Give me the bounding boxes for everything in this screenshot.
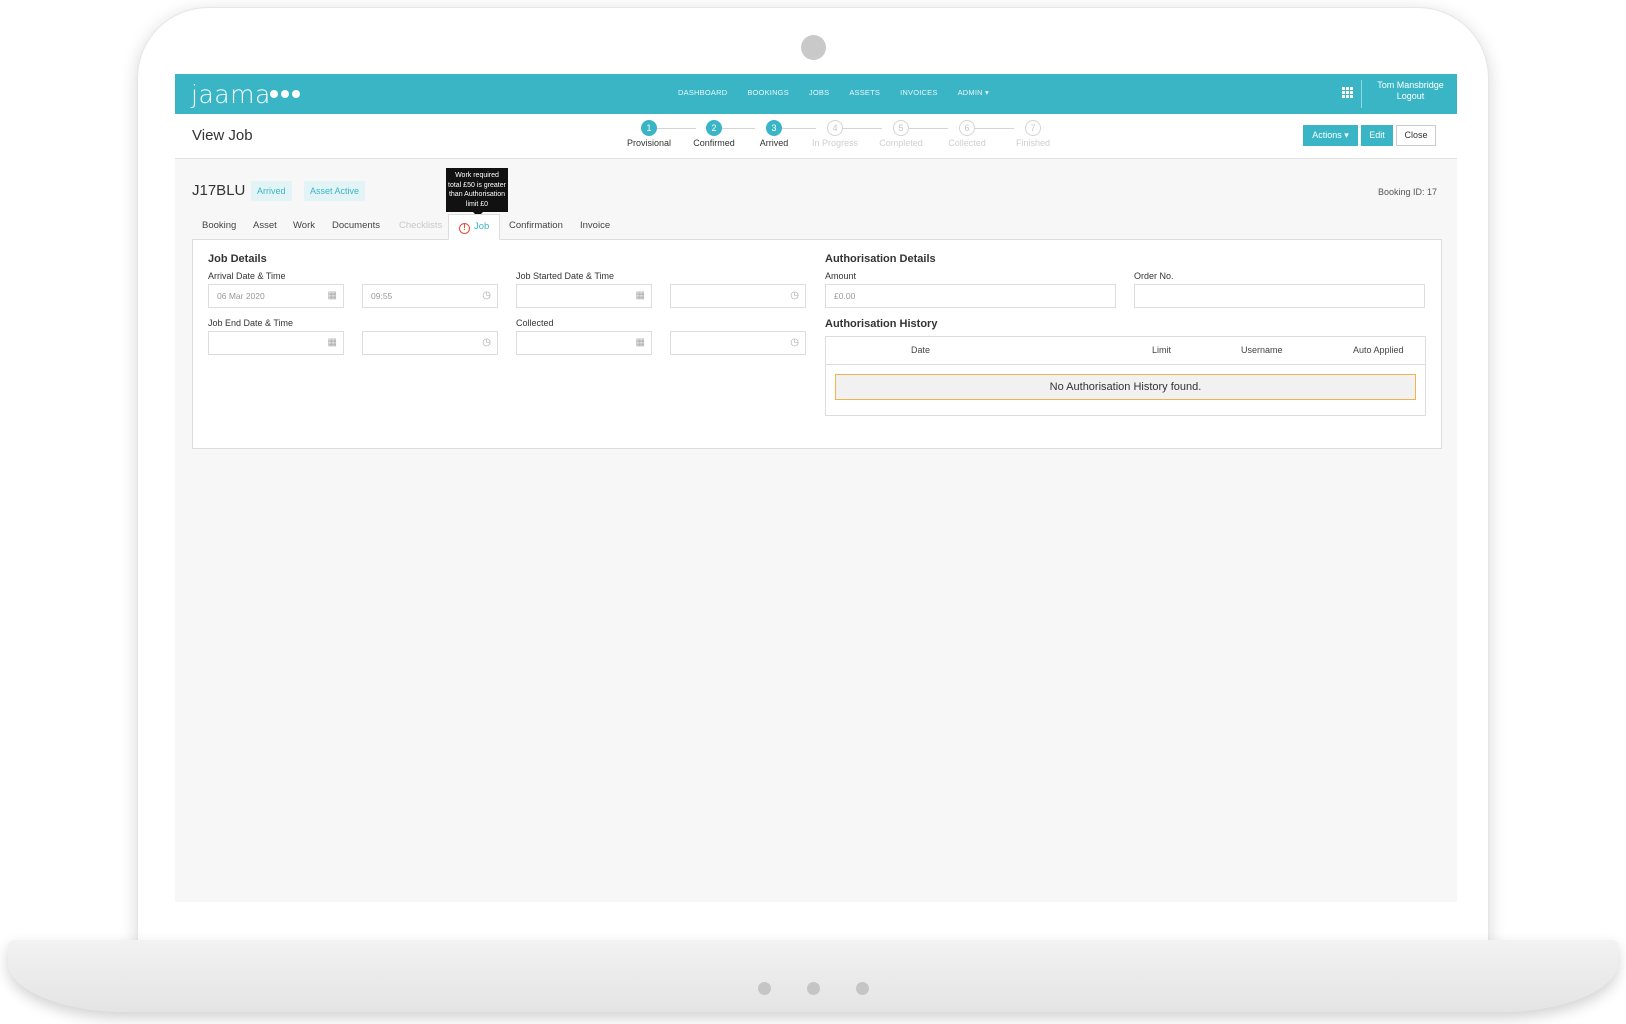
job-panel: Job Details Arrival Date & Time 06 Mar 2… xyxy=(192,239,1442,449)
amount-value: £0.00 xyxy=(834,291,856,301)
column-limit[interactable]: Limit xyxy=(1152,345,1171,355)
table-header: Date Limit Username Auto Applied xyxy=(826,337,1425,365)
authorisation-warning-tooltip: Work required total £50 is greater than … xyxy=(446,168,508,217)
calendar-icon[interactable]: ▦ xyxy=(328,285,337,307)
job-end-label: Job End Date & Time xyxy=(208,318,294,328)
job-registration: J17BLU xyxy=(192,182,246,199)
apps-grid-icon[interactable] xyxy=(1342,87,1353,98)
status-badge: Arrived xyxy=(251,181,292,201)
calendar-icon[interactable]: ▦ xyxy=(328,332,337,354)
main-nav: DASHBOARD BOOKINGS JOBS ASSETS INVOICES … xyxy=(678,88,989,97)
step-label: Arrived xyxy=(759,138,789,148)
authorisation-history-title: Authorisation History xyxy=(825,318,938,330)
job-started-date-input[interactable]: ▦ xyxy=(516,284,652,308)
base-dot xyxy=(807,982,820,995)
column-username[interactable]: Username xyxy=(1241,345,1283,355)
page-title: View Job xyxy=(192,127,253,144)
tab-booking[interactable]: Booking xyxy=(202,214,236,240)
clock-icon[interactable]: ◷ xyxy=(790,285,799,307)
step-finished: 7 Finished xyxy=(998,120,1068,148)
step-completed: 5 Completed xyxy=(866,120,936,148)
amount-label: Amount xyxy=(825,271,857,281)
clock-icon[interactable]: ◷ xyxy=(790,332,799,354)
arrival-time-value: 09:55 xyxy=(371,291,393,301)
step-label: Provisional xyxy=(626,138,672,148)
tab-asset[interactable]: Asset xyxy=(253,214,277,240)
step-arrived: 3 Arrived xyxy=(739,120,809,148)
app-screen: jaama DASHBOARD BOOKINGS JOBS ASSETS INV… xyxy=(175,74,1457,902)
nav-assets[interactable]: ASSETS xyxy=(849,88,880,97)
collected-time-input[interactable]: ◷ xyxy=(670,331,806,355)
warning-icon: ! xyxy=(459,223,470,234)
step-label: Finished xyxy=(1015,138,1051,148)
authorisation-details-title: Authorisation Details xyxy=(825,253,936,265)
step-number: 3 xyxy=(766,120,782,136)
base-dot xyxy=(856,982,869,995)
step-number: 4 xyxy=(827,120,843,136)
calendar-icon[interactable]: ▦ xyxy=(636,332,645,354)
camera-icon xyxy=(801,35,826,60)
tab-invoice[interactable]: Invoice xyxy=(580,214,610,240)
job-started-time-input[interactable]: ◷ xyxy=(670,284,806,308)
arrival-label: Arrival Date & Time xyxy=(208,271,286,281)
tab-job-label: Job xyxy=(474,221,490,232)
actions-dropdown-button[interactable]: Actions ▾ xyxy=(1303,125,1358,146)
tab-work[interactable]: Work xyxy=(293,214,315,240)
step-label: Completed xyxy=(879,138,923,148)
step-number: 5 xyxy=(893,120,909,136)
column-date[interactable]: Date xyxy=(911,345,930,355)
job-end-date-input[interactable]: ▦ xyxy=(208,331,344,355)
step-number: 1 xyxy=(641,120,657,136)
page-header: View Job 1 Provisional 2 Confirmed 3 Arr… xyxy=(175,114,1457,159)
amount-input[interactable]: £0.00 xyxy=(825,284,1116,308)
nav-jobs[interactable]: JOBS xyxy=(809,88,829,97)
step-provisional: 1 Provisional xyxy=(614,120,684,148)
step-label: Collected xyxy=(948,138,986,148)
collected-date-input[interactable]: ▦ xyxy=(516,331,652,355)
step-number: 7 xyxy=(1025,120,1041,136)
nav-admin[interactable]: ADMIN ▾ xyxy=(958,88,989,97)
step-number: 2 xyxy=(706,120,722,136)
collected-label: Collected xyxy=(516,318,554,328)
nav-dashboard[interactable]: DASHBOARD xyxy=(678,88,727,97)
job-status-stepper: 1 Provisional 2 Confirmed 3 Arrived 4 In… xyxy=(609,120,1050,156)
calendar-icon[interactable]: ▦ xyxy=(636,285,645,307)
booking-id: Booking ID: 17 xyxy=(1377,187,1437,197)
tab-job[interactable]: ! Job xyxy=(448,214,501,240)
order-no-label: Order No. xyxy=(1134,271,1174,281)
nav-invoices[interactable]: INVOICES xyxy=(900,88,937,97)
job-end-time-input[interactable]: ◷ xyxy=(362,331,498,355)
arrival-date-value: 06 Mar 2020 xyxy=(217,291,265,301)
base-dot xyxy=(758,982,771,995)
arrival-date-input[interactable]: 06 Mar 2020 ▦ xyxy=(208,284,344,308)
clock-icon[interactable]: ◷ xyxy=(482,332,491,354)
authorisation-history-table: Date Limit Username Auto Applied No Auth… xyxy=(825,336,1426,416)
logout-link[interactable]: Logout xyxy=(1368,91,1453,102)
user-menu: Tom Mansbridge Logout xyxy=(1368,80,1453,102)
divider xyxy=(1361,80,1362,108)
step-number: 6 xyxy=(959,120,975,136)
empty-history-message: No Authorisation History found. xyxy=(835,374,1416,400)
close-button[interactable]: Close xyxy=(1396,125,1436,146)
tab-documents[interactable]: Documents xyxy=(332,214,380,240)
asset-status-badge: Asset Active xyxy=(304,181,366,201)
column-auto-applied[interactable]: Auto Applied xyxy=(1353,345,1404,355)
step-collected: 6 Collected xyxy=(932,120,1002,148)
step-label: In Progress xyxy=(811,138,859,148)
user-name: Tom Mansbridge xyxy=(1377,80,1444,90)
app-logo[interactable]: jaama xyxy=(191,80,271,109)
tab-checklists: Checklists xyxy=(399,220,443,231)
nav-bookings[interactable]: BOOKINGS xyxy=(747,88,789,97)
top-navbar: jaama DASHBOARD BOOKINGS JOBS ASSETS INV… xyxy=(175,74,1457,114)
order-no-input[interactable] xyxy=(1134,284,1425,308)
laptop-base xyxy=(8,940,1618,1012)
job-started-label: Job Started Date & Time xyxy=(516,271,615,281)
job-details-title: Job Details xyxy=(208,253,267,265)
logo-dots-icon xyxy=(270,90,300,98)
step-in-progress: 4 In Progress xyxy=(800,120,870,148)
tab-confirmation[interactable]: Confirmation xyxy=(509,214,563,240)
arrival-time-input[interactable]: 09:55 ◷ xyxy=(362,284,498,308)
clock-icon[interactable]: ◷ xyxy=(482,285,491,307)
edit-button[interactable]: Edit xyxy=(1361,125,1393,146)
